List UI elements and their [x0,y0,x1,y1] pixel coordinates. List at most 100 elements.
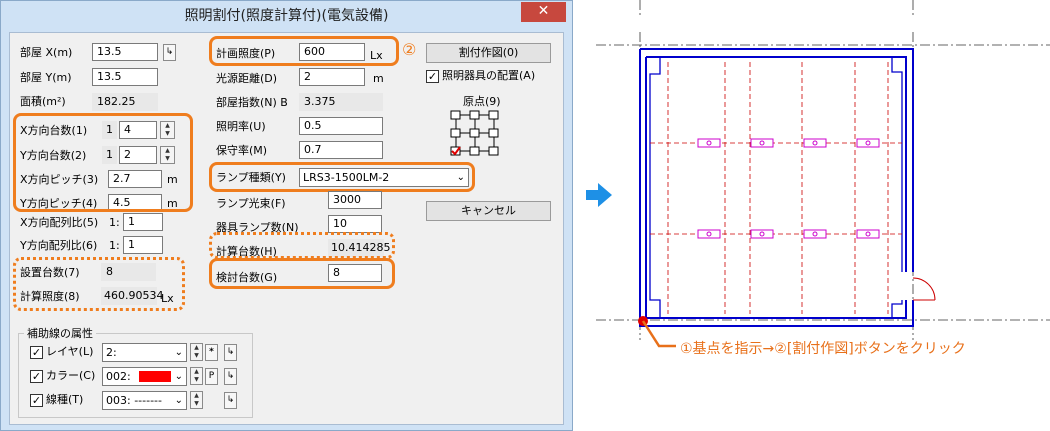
installed-count-label: 設置台数(7) [20,266,80,279]
cad-drawing: ①基点を指示→②[割付作図]ボタンをクリック [580,0,1050,431]
x-ratio-label: X方向配列比(5) [20,216,99,229]
calc-lux-unit: Lx [161,292,174,305]
area-value: 182.25 [92,93,158,111]
aux-line-group-title: 補助線の属性 [24,325,96,341]
layer-label: レイヤ(L) [46,345,94,358]
y-count-spinner[interactable]: ▲ ▼ [160,146,175,164]
x-pitch-input[interactable]: 2.7 [108,170,162,188]
linetype-spinner[interactable]: ▲ ▼ [190,391,203,409]
instruction-text: ①基点を指示→②[割付作図]ボタンをクリック [680,341,966,357]
layout-draw-button[interactable]: 割付作図(0) [426,43,551,63]
light-fixture-icon [750,138,774,148]
y-ratio-prefix: 1: [109,239,120,252]
y-count-input[interactable]: 2 [119,146,157,164]
x-count-input[interactable]: 4 [119,121,157,139]
light-fixture-icon [697,229,721,239]
color-pick-button[interactable]: ↳ [224,368,237,385]
light-fixture-icon [750,229,774,239]
layer-checkbox[interactable]: ✓ [30,346,43,359]
room-y-input[interactable]: 13.5 [92,68,158,86]
lamp-type-select[interactable]: LRS3-1500LM-2 ⌄ [299,168,469,187]
window-title: 照明割付(照度計算付)(電気設備) [184,8,389,24]
lamps-per-fixture-input[interactable]: 10 [328,215,382,233]
color-label: カラー(C) [46,369,96,382]
light-fixture-icon [803,138,827,148]
y-pitch-label: Y方向ピッチ(4) [20,197,98,210]
area-label: 面積(m²) [20,95,66,108]
layer-pick-button[interactable]: ↳ [224,344,237,361]
x-count-prefix: 1 [102,121,117,139]
utilization-input[interactable]: 0.5 [299,117,383,135]
cancel-button[interactable]: キャンセル [426,201,551,221]
room-y-label: 部屋 Y(m) [20,71,72,84]
color-palette-button[interactable]: P [205,368,218,385]
y-count-label: Y方向台数(2) [20,149,87,162]
calc-lux-label: 計算照度(8) [20,290,80,303]
calc-lux-value: 460.90534 [101,287,164,305]
lamps-per-fixture-label: 器具ランプ数(N) [216,221,299,234]
x-ratio-input[interactable]: 1 [123,213,163,231]
check-count-label: 検討台数(G) [216,271,278,284]
x-count-spinner[interactable]: ▲ ▼ [160,121,175,139]
installed-count-value: 8 [101,263,156,281]
layer-select-value: 2: [106,346,117,359]
color-checkbox[interactable]: ✓ [30,370,43,383]
color-select[interactable]: 002: ⌄ [102,367,187,386]
light-fixture-icon [697,138,721,148]
color-spinner[interactable]: ▲ ▼ [190,367,203,385]
light-distance-label: 光源距離(D) [216,72,278,85]
layer-extra-button[interactable]: * [205,344,218,361]
room-index-label: 部屋指数(N) B [216,96,288,109]
chevron-down-icon: ⌄ [174,347,183,358]
light-fixture-icon [856,229,880,239]
y-ratio-label: Y方向配列比(6) [20,239,98,252]
y-pitch-input[interactable]: 4.5 [108,194,162,212]
room-x-input[interactable]: 13.5 [92,43,158,61]
x-pitch-unit: m [167,173,178,186]
light-distance-unit: m [373,72,384,85]
close-button[interactable]: ✕ [521,2,566,22]
design-lux-input[interactable]: 600 [299,43,365,61]
chevron-down-icon: ⌄ [174,395,183,406]
x-pitch-label: X方向ピッチ(3) [20,173,99,186]
check-count-input[interactable]: 8 [328,264,382,282]
lamp-flux-input[interactable]: 3000 [328,191,382,209]
y-pitch-unit: m [167,197,178,210]
light-fixture-icon [856,138,880,148]
lamp-type-label: ランプ種類(Y) [216,171,286,184]
linetype-label: 線種(T) [46,393,84,406]
origin-selector[interactable] [448,109,504,159]
origin-label: 原点(9) [463,95,501,108]
calc-count-label: 計算台数(H) [216,245,277,258]
design-lux-label: 計画照度(P) [216,47,276,60]
layer-spinner[interactable]: ▲ ▼ [190,343,203,361]
calc-count-value: 10.414285 [328,239,391,257]
linetype-select[interactable]: 003: ------- ⌄ [102,391,187,410]
chevron-down-icon: ⌄ [174,371,183,382]
utilization-label: 照明率(U) [216,120,266,133]
step-two-marker: ② [402,40,417,59]
color-swatch [139,371,171,382]
y-count-prefix: 1 [102,146,117,164]
room-x-pick-button[interactable]: ↳ [163,44,176,61]
place-fixture-checkbox[interactable]: ✓ [426,70,439,83]
color-select-value: 002: [106,370,131,383]
lamp-type-select-value: LRS3-1500LM-2 [303,171,390,184]
room-x-label: 部屋 X(m) [20,46,73,59]
linetype-select-value: 003: ------- [106,394,162,407]
linetype-checkbox[interactable]: ✓ [30,394,43,407]
chevron-down-icon: ⌄ [456,172,465,183]
x-count-label: X方向台数(1) [20,124,88,137]
light-distance-input[interactable]: 2 [299,68,365,86]
linetype-pick-button[interactable]: ↳ [224,392,237,409]
y-ratio-input[interactable]: 1 [123,236,163,254]
design-lux-unit: Lx [370,49,383,62]
lighting-layout-dialog: 照明割付(照度計算付)(電気設備) ✕ 部屋 X(m) 13.5 ↳ 部屋 Y(… [0,0,573,431]
light-fixture-icon [803,229,827,239]
maintenance-input[interactable]: 0.7 [299,141,383,159]
room-index-value: 3.375 [299,93,383,111]
place-fixture-label: 照明器具の配置(A) [442,69,536,82]
lamp-flux-label: ランプ光束(F) [216,197,286,210]
x-ratio-prefix: 1: [109,216,120,229]
layer-select[interactable]: 2: ⌄ [102,343,187,362]
